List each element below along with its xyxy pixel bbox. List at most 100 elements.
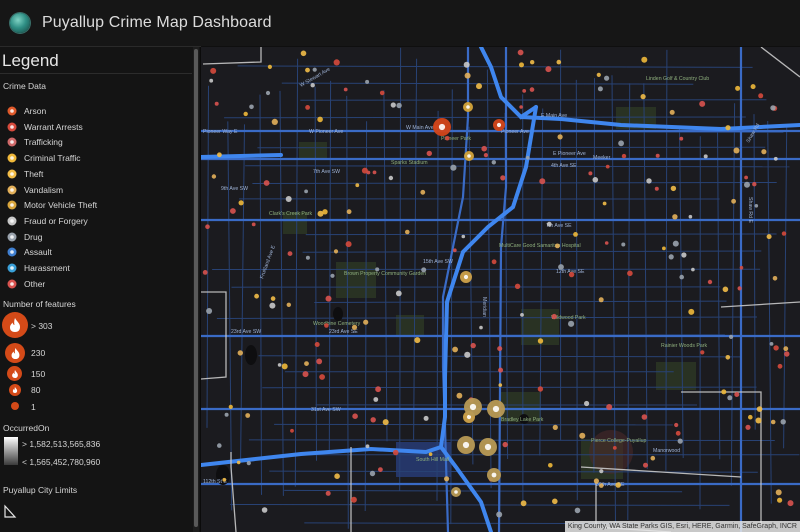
crime-point[interactable]: [498, 367, 504, 373]
crime-point[interactable]: [209, 78, 214, 83]
crime-point[interactable]: [735, 85, 741, 91]
crime-point[interactable]: [325, 295, 332, 302]
crime-point[interactable]: [345, 241, 352, 248]
crime-point[interactable]: [754, 204, 759, 208]
crime-point[interactable]: [392, 449, 399, 456]
crime-point[interactable]: [555, 243, 560, 249]
crime-point[interactable]: [267, 64, 272, 69]
crime-point[interactable]: [372, 170, 377, 175]
crime-point[interactable]: [770, 105, 776, 111]
crime-point[interactable]: [525, 155, 530, 160]
crime-point[interactable]: [251, 222, 256, 227]
crime-point[interactable]: [483, 153, 488, 158]
crime-point[interactable]: [739, 265, 744, 270]
crime-point[interactable]: [317, 116, 323, 123]
crime-point[interactable]: [217, 152, 222, 158]
crime-point[interactable]: [552, 424, 558, 430]
crime-point[interactable]: [520, 500, 527, 507]
crime-point[interactable]: [725, 355, 731, 360]
crime-point[interactable]: [444, 476, 450, 482]
crime-point[interactable]: [670, 185, 677, 192]
crime-point[interactable]: [537, 338, 544, 344]
crime-point[interactable]: [744, 175, 748, 180]
crime-point[interactable]: [479, 325, 483, 330]
crime-point[interactable]: [574, 507, 581, 514]
crime-point[interactable]: [766, 234, 772, 240]
crime-point[interactable]: [373, 397, 379, 402]
crime-point[interactable]: [350, 496, 357, 503]
crime-point[interactable]: [699, 100, 706, 107]
crime-point[interactable]: [729, 334, 734, 339]
crime-point[interactable]: [643, 462, 648, 468]
crime-point[interactable]: [598, 297, 604, 303]
crime-point[interactable]: [517, 49, 524, 56]
crime-point[interactable]: [450, 164, 457, 171]
crime-point[interactable]: [202, 270, 208, 275]
crime-point[interactable]: [772, 276, 778, 281]
crime-point[interactable]: [361, 167, 368, 174]
crime-point[interactable]: [787, 500, 794, 507]
crime-point[interactable]: [286, 302, 291, 307]
crime-point[interactable]: [211, 174, 217, 179]
crime-point[interactable]: [674, 422, 679, 428]
crime-point[interactable]: [246, 461, 251, 466]
crime-point[interactable]: [378, 467, 383, 472]
crime-point[interactable]: [568, 271, 575, 278]
crime-point[interactable]: [263, 180, 270, 186]
crime-point[interactable]: [688, 214, 693, 219]
crime-point[interactable]: [452, 248, 457, 253]
crime-point[interactable]: [405, 229, 410, 235]
crime-point[interactable]: [775, 489, 782, 496]
crime-point[interactable]: [758, 93, 764, 99]
crime-point[interactable]: [748, 414, 753, 420]
crime-point[interactable]: [237, 350, 243, 356]
crime-point[interactable]: [470, 342, 476, 349]
crime-point[interactable]: [677, 438, 683, 444]
crime-point[interactable]: [304, 361, 309, 366]
crime-point[interactable]: [752, 182, 757, 187]
crime-point[interactable]: [750, 84, 756, 90]
legend-scrollbar[interactable]: [193, 47, 199, 532]
crime-point[interactable]: [522, 89, 527, 93]
crime-point[interactable]: [662, 246, 666, 251]
crime-point[interactable]: [641, 414, 648, 420]
crime-point[interactable]: [305, 105, 310, 110]
crime-point[interactable]: [546, 221, 552, 227]
crime-point[interactable]: [722, 286, 729, 293]
crime-point[interactable]: [452, 346, 458, 353]
crime-point[interactable]: [333, 249, 339, 254]
crime-point[interactable]: [691, 267, 695, 272]
crime-point[interactable]: [773, 156, 778, 161]
crime-map[interactable]: W Stewart Ave W Main Ave W Pioneer Ave E Ma…: [201, 47, 800, 532]
crime-point[interactable]: [731, 198, 736, 204]
crime-point[interactable]: [461, 234, 466, 239]
crime-point[interactable]: [343, 87, 348, 92]
crime-point[interactable]: [604, 241, 609, 245]
crime-point[interactable]: [552, 498, 558, 505]
crime-point[interactable]: [573, 232, 578, 237]
crime-point[interactable]: [606, 404, 613, 410]
crime-point[interactable]: [365, 444, 370, 449]
crime-point[interactable]: [777, 363, 783, 369]
crime-point[interactable]: [269, 302, 276, 309]
crime-point[interactable]: [545, 66, 552, 73]
crime-point[interactable]: [476, 83, 482, 90]
crime-point[interactable]: [707, 279, 713, 285]
crime-point[interactable]: [300, 50, 307, 57]
crime-point[interactable]: [781, 231, 787, 236]
crime-point[interactable]: [558, 264, 564, 270]
crime-point[interactable]: [769, 342, 774, 346]
crime-point[interactable]: [265, 90, 271, 96]
crime-point[interactable]: [537, 386, 544, 392]
crime-point[interactable]: [464, 72, 471, 79]
crime-point[interactable]: [222, 477, 227, 482]
crime-point[interactable]: [593, 478, 599, 484]
crime-point[interactable]: [579, 432, 586, 439]
crime-point[interactable]: [588, 171, 593, 176]
crime-point[interactable]: [679, 136, 684, 141]
crime-point[interactable]: [277, 363, 282, 367]
crime-point[interactable]: [502, 441, 508, 448]
crime-point[interactable]: [784, 351, 790, 357]
crime-point[interactable]: [621, 153, 627, 159]
crime-point[interactable]: [668, 254, 674, 260]
